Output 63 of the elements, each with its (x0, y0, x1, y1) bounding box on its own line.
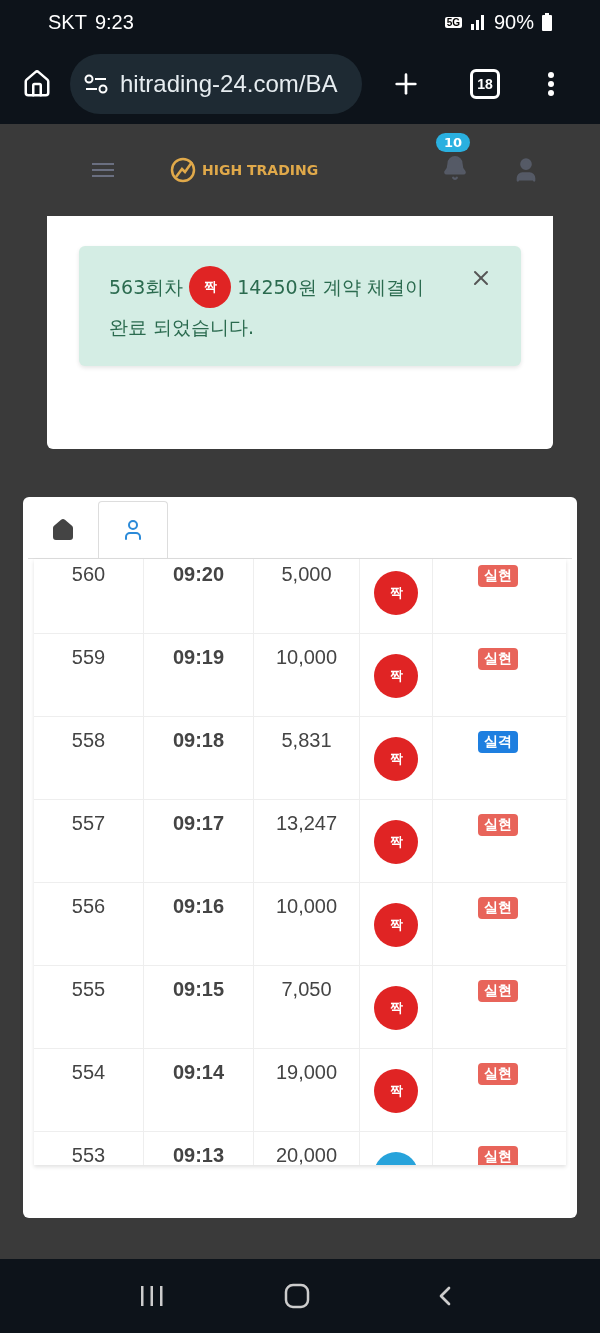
url-text: hitrading-24.com/BA (120, 70, 338, 99)
home-icon (22, 69, 52, 100)
time-cell: 09:15 (144, 966, 254, 1049)
clock: 9:23 (94, 10, 134, 34)
alert-round: 563회차 (109, 275, 184, 301)
pick-badge: 짝 (189, 266, 232, 309)
result-badge: 실현 (478, 1146, 518, 1166)
alert-message: 14250원 계약 체결이 (237, 275, 424, 301)
time-cell: 09:17 (144, 800, 254, 883)
pick-badge: 짝 (374, 654, 418, 699)
time-cell: 09:18 (144, 717, 254, 800)
amount-cell: 20,000 (254, 1132, 360, 1166)
amount-cell: 10,000 (254, 634, 360, 717)
recent-apps-button[interactable] (139, 1284, 166, 1307)
time-cell: 09:19 (144, 634, 254, 717)
amount-cell: 13,247 (254, 800, 360, 883)
menu-button[interactable] (548, 72, 554, 97)
pick-badge: 짝 (374, 737, 418, 782)
result-badge: 실현 (478, 1063, 518, 1086)
amount-cell: 19,000 (254, 1049, 360, 1132)
amount-cell: 7,050 (254, 966, 360, 1049)
home-button[interactable] (22, 69, 52, 100)
signal-icon (469, 14, 486, 31)
battery-level: 90% (493, 10, 534, 34)
amount-cell: 5,000 (254, 559, 360, 634)
round-cell: 560 (34, 559, 144, 634)
address-bar[interactable]: hitrading-24.com/BA (70, 54, 362, 115)
time-cell: 09:20 (144, 559, 254, 634)
round-cell: 558 (34, 717, 144, 800)
round-cell: 554 (34, 1049, 144, 1132)
home-icon (51, 518, 75, 543)
round-cell: 553 (34, 1132, 144, 1166)
more-icon (548, 72, 554, 97)
result-badge: 실격 (478, 731, 518, 754)
round-cell: 559 (34, 634, 144, 717)
round-cell: 557 (34, 800, 144, 883)
home-nav-button[interactable] (284, 1282, 310, 1309)
brand-name[interactable]: HIGH TRADING (202, 162, 319, 179)
pick-badge: 짝 (374, 1069, 418, 1114)
time-cell: 09:14 (144, 1049, 254, 1132)
amount-cell: 5,831 (254, 717, 360, 800)
result-badge: 실현 (478, 648, 518, 671)
amount-cell: 10,000 (254, 883, 360, 966)
result-badge: 실현 (478, 565, 518, 588)
result-badge: 실현 (478, 980, 518, 1003)
round-cell: 555 (34, 966, 144, 1049)
notification-count: 10 (436, 133, 471, 153)
pick-badge: 짝 (374, 820, 418, 865)
pick-badge: 짝 (374, 571, 418, 616)
logo-icon (170, 157, 196, 184)
round-cell: 556 (34, 883, 144, 966)
pick-badge: 짝 (374, 986, 418, 1031)
result-badge: 실현 (478, 814, 518, 837)
pick-badge: 짝 (374, 903, 418, 948)
network-type: 5G (444, 16, 462, 28)
alert-message: 완료 되었습니다. (109, 315, 256, 341)
tab-switcher-button[interactable]: 18 (470, 69, 500, 100)
result-badge: 실현 (478, 897, 518, 920)
site-settings-icon[interactable] (84, 74, 108, 95)
battery-icon (542, 13, 552, 32)
carrier: SKT (48, 10, 87, 34)
time-cell: 09:13 (144, 1132, 254, 1166)
time-cell: 09:16 (144, 883, 254, 966)
